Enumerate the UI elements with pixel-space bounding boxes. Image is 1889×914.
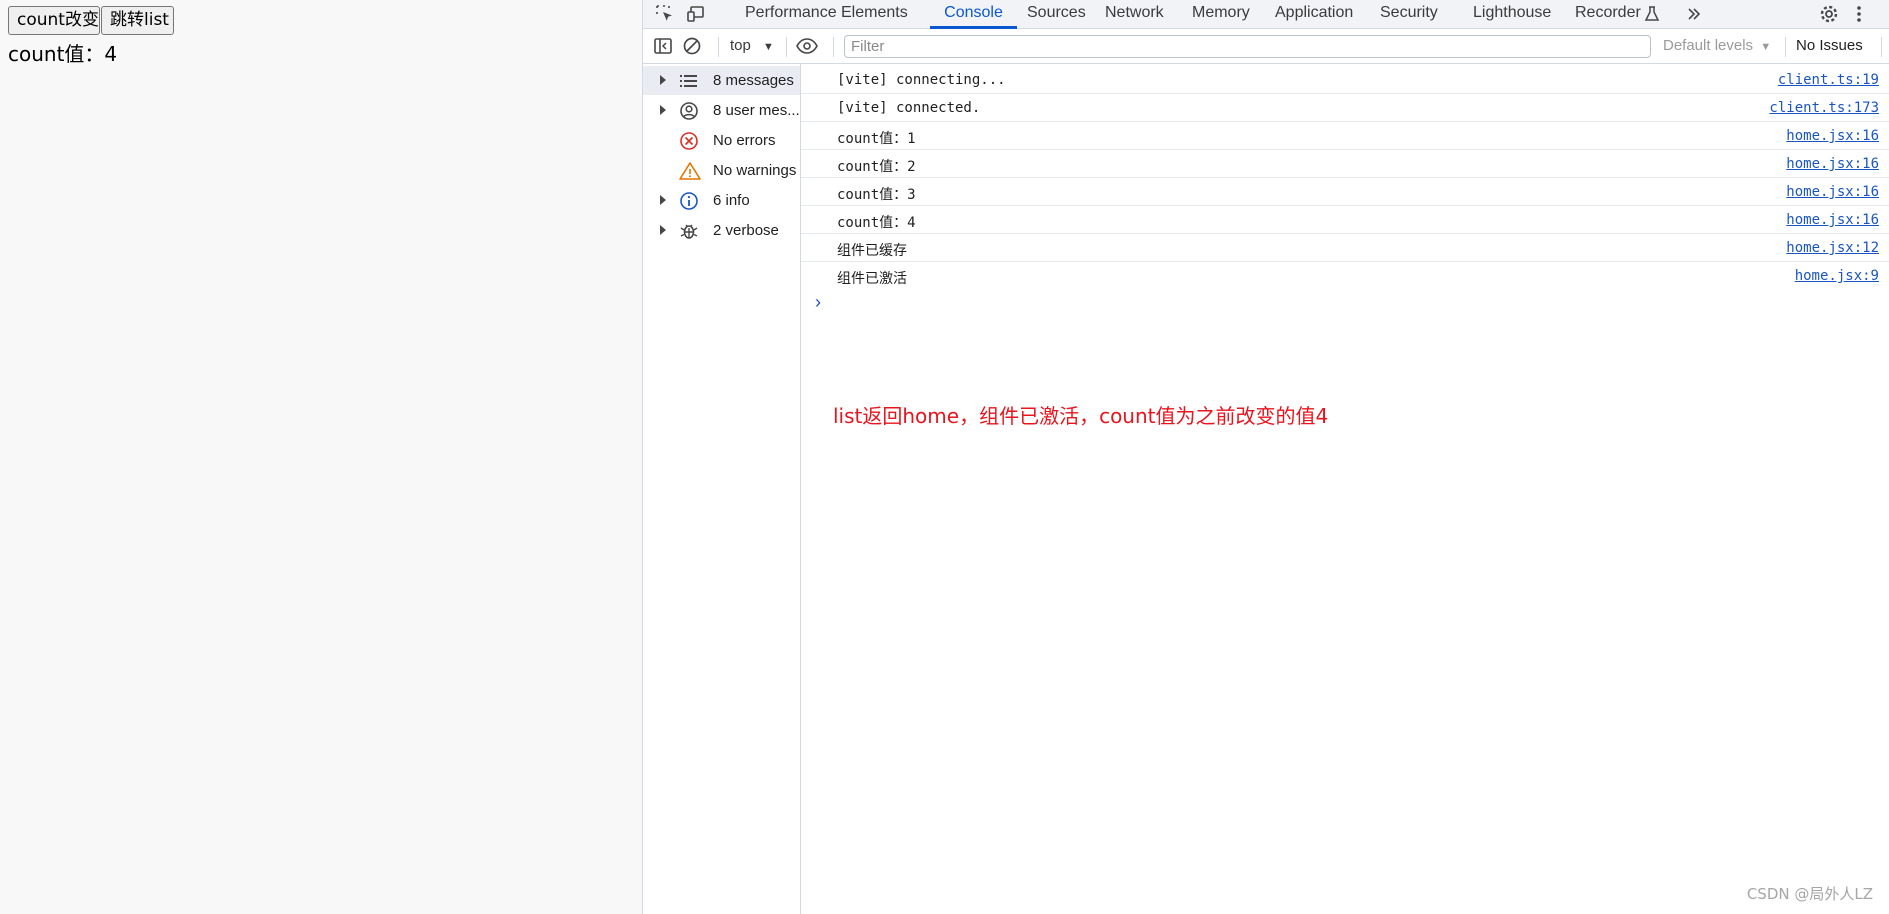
toolbar-separator bbox=[718, 37, 719, 57]
red-annotation-note: list返回home，组件已激活，count值为之前改变的值4 bbox=[833, 404, 1329, 428]
message-text: count值：3 bbox=[837, 187, 916, 203]
flask-icon bbox=[1643, 5, 1663, 25]
sidebar-item-info[interactable]: 6 info bbox=[643, 186, 800, 215]
user-icon bbox=[679, 101, 699, 121]
sidebar-item-label: No warnings bbox=[713, 162, 797, 179]
expand-arrow-icon[interactable] bbox=[660, 225, 666, 235]
message-source-link[interactable]: home.jsx:16 bbox=[1786, 184, 1879, 200]
sidebar-item-label: 8 user mes... bbox=[713, 102, 800, 119]
message-source-link[interactable]: home.jsx:16 bbox=[1786, 128, 1879, 144]
issues-counter[interactable]: No Issues bbox=[1796, 37, 1863, 54]
caret-down-icon: ▼ bbox=[763, 41, 774, 53]
message-source-link[interactable]: home.jsx:16 bbox=[1786, 212, 1879, 228]
message-source-link[interactable]: client.ts:173 bbox=[1769, 100, 1879, 116]
count-display: count值：4 bbox=[8, 42, 118, 66]
sidebar-toggle-icon[interactable] bbox=[653, 36, 673, 56]
console-message: [vite] connected. client.ts:173 bbox=[801, 94, 1889, 122]
toolbar-separator bbox=[1881, 37, 1882, 57]
live-expression-eye-icon[interactable] bbox=[795, 36, 819, 56]
message-source-link[interactable]: home.jsx:16 bbox=[1786, 156, 1879, 172]
caret-down-icon: ▼ bbox=[1760, 41, 1772, 53]
console-message: 组件已缓存 home.jsx:12 bbox=[801, 234, 1889, 262]
console-message: count值：2 home.jsx:16 bbox=[801, 150, 1889, 178]
console-message: count值：4 home.jsx:16 bbox=[801, 206, 1889, 234]
error-icon bbox=[679, 131, 699, 151]
sidebar-item-label: 2 verbose bbox=[713, 222, 779, 239]
expand-arrow-icon[interactable] bbox=[660, 195, 666, 205]
console-toolbar: top ▼ Default levels ▼ No Issues bbox=[643, 29, 1889, 64]
tab-performance[interactable]: Performance bbox=[743, 0, 839, 29]
message-text: 组件已激活 bbox=[837, 271, 907, 287]
tab-memory[interactable]: Memory bbox=[1190, 0, 1252, 29]
message-text: count值：1 bbox=[837, 131, 916, 147]
console-sidebar: 8 messages 8 user mes... No errors No wa… bbox=[643, 64, 801, 914]
more-tabs-chevron-icon[interactable] bbox=[1685, 5, 1705, 25]
sidebar-item-label: 8 messages bbox=[713, 72, 794, 89]
kebab-menu-icon[interactable] bbox=[1849, 4, 1869, 24]
expand-arrow-icon[interactable] bbox=[660, 105, 666, 115]
message-text: [vite] connected. bbox=[837, 100, 981, 116]
sidebar-item-verbose[interactable]: 2 verbose bbox=[643, 216, 800, 245]
message-source-link[interactable]: client.ts:19 bbox=[1778, 72, 1879, 88]
warning-icon bbox=[679, 161, 701, 181]
toolbar-separator bbox=[1785, 37, 1786, 57]
sidebar-item-label: 6 info bbox=[713, 192, 750, 209]
tab-console[interactable]: Console bbox=[930, 0, 1017, 29]
bug-icon bbox=[679, 221, 699, 241]
message-text: [vite] connecting... bbox=[837, 72, 1006, 88]
clear-console-icon[interactable] bbox=[682, 36, 702, 56]
context-selector[interactable]: top ▼ bbox=[730, 37, 774, 54]
console-filter-input[interactable] bbox=[844, 35, 1651, 58]
toolbar-separator bbox=[833, 37, 834, 57]
console-prompt-chevron-icon[interactable]: › bbox=[815, 292, 821, 313]
tab-application[interactable]: Application bbox=[1273, 0, 1355, 29]
tab-elements[interactable]: Elements bbox=[839, 0, 910, 29]
message-text: count值：4 bbox=[837, 215, 916, 231]
list-icon bbox=[679, 71, 699, 91]
message-text: 组件已缓存 bbox=[837, 243, 907, 259]
device-toolbar-icon[interactable] bbox=[686, 4, 706, 24]
console-message: count值：1 home.jsx:16 bbox=[801, 122, 1889, 150]
info-icon bbox=[679, 191, 699, 211]
console-message: [vite] connecting... client.ts:19 bbox=[801, 66, 1889, 94]
message-source-link[interactable]: home.jsx:12 bbox=[1786, 240, 1879, 256]
navigate-list-button[interactable]: 跳转list bbox=[101, 6, 174, 35]
console-message: count值：3 home.jsx:16 bbox=[801, 178, 1889, 206]
toolbar-separator bbox=[786, 37, 787, 57]
tab-lighthouse[interactable]: Lighthouse bbox=[1471, 0, 1553, 29]
sidebar-item-label: No errors bbox=[713, 132, 776, 149]
log-levels-label: Default levels bbox=[1663, 37, 1754, 54]
console-output: [vite] connecting... client.ts:19 [vite]… bbox=[801, 64, 1889, 914]
console-message: 组件已激活 home.jsx:9 bbox=[801, 262, 1889, 290]
csdn-watermark: CSDN @局外人LZ bbox=[1746, 885, 1873, 903]
context-label: top bbox=[730, 37, 751, 54]
log-levels-dropdown[interactable]: Default levels ▼ bbox=[1663, 37, 1771, 54]
expand-arrow-icon[interactable] bbox=[660, 75, 666, 85]
sidebar-item-messages[interactable]: 8 messages bbox=[643, 66, 800, 95]
inspect-element-icon[interactable] bbox=[655, 4, 675, 24]
sidebar-item-user-messages[interactable]: 8 user mes... bbox=[643, 96, 800, 125]
settings-gear-icon[interactable] bbox=[1819, 4, 1839, 24]
tab-network[interactable]: Network bbox=[1103, 0, 1166, 29]
count-change-button[interactable]: count改变 bbox=[8, 6, 100, 35]
sidebar-item-warnings[interactable]: No warnings bbox=[643, 156, 800, 185]
app-page: count改变 跳转list count值：4 bbox=[0, 0, 642, 914]
devtools-tabbar: Performance Elements Console Sources Net… bbox=[643, 0, 1889, 29]
sidebar-item-errors[interactable]: No errors bbox=[643, 126, 800, 155]
devtools-panel: Performance Elements Console Sources Net… bbox=[643, 0, 1889, 914]
tab-security[interactable]: Security bbox=[1378, 0, 1440, 29]
message-text: count值：2 bbox=[837, 159, 916, 175]
tab-recorder[interactable]: Recorder bbox=[1573, 0, 1643, 29]
message-source-link[interactable]: home.jsx:9 bbox=[1795, 268, 1879, 284]
tab-sources[interactable]: Sources bbox=[1025, 0, 1088, 29]
